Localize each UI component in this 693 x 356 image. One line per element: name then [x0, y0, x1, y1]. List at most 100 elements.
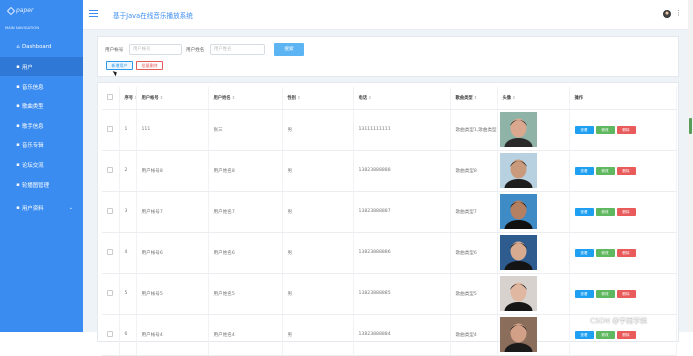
cell-avatar [497, 191, 570, 233]
column-header[interactable]: 电话⇕ [353, 87, 451, 110]
cell-index: 2 [119, 150, 137, 192]
delete-button[interactable]: 删除 [616, 248, 636, 257]
sidebar-item-6[interactable]: ▪ 论坛交流 [0, 155, 83, 174]
delete-button[interactable]: 删除 [616, 125, 636, 134]
sort-icon[interactable]: ⇕ [232, 96, 236, 101]
page-title: 基于Java在线音乐播放系统 [113, 12, 193, 20]
cell-song-type: 歌曲类型5 [450, 273, 498, 315]
sidebar-item-1[interactable]: ▪ 用户 [0, 57, 83, 76]
avatar[interactable] [663, 10, 671, 18]
column-header[interactable]: 歌曲类型⇕ [450, 87, 498, 110]
column-header[interactable]: 头像⇕ [497, 87, 570, 110]
user-icon: ▪ [16, 63, 20, 70]
cell-song-type: 歌曲类型1,歌曲类型2 [450, 109, 498, 151]
page-scrollbar[interactable] [688, 0, 693, 332]
view-button[interactable]: 查看 [574, 166, 594, 175]
sidebar-item-0[interactable]: ⌂ Dashboard [0, 37, 83, 56]
cell-index: 5 [119, 273, 137, 315]
edit-button[interactable]: 修改 [595, 289, 615, 298]
column-header-label: 歌曲类型 [455, 95, 473, 101]
mouse-cursor-icon [112, 69, 119, 77]
cell-phone: 13823888885 [353, 273, 451, 315]
sort-icon[interactable]: ⇕ [160, 96, 164, 101]
add-user-button[interactable]: 新增用户 [106, 61, 133, 70]
cell-song-type: 歌曲类型6 [450, 232, 498, 274]
view-button[interactable]: 查看 [574, 248, 594, 257]
sidebar-item-label: 用户 [22, 64, 33, 71]
delete-button[interactable]: 删除 [616, 166, 636, 175]
cell-name: 用户姓名6 [208, 232, 283, 274]
delete-button[interactable]: 删除 [616, 207, 636, 216]
avatar-photo [499, 317, 537, 352]
column-header [102, 87, 120, 110]
view-button[interactable]: 查看 [574, 207, 594, 216]
forum-icon: ▪ [16, 161, 20, 168]
row-checkbox[interactable] [107, 330, 113, 337]
sort-icon[interactable]: ⇕ [297, 96, 301, 101]
sidebar-item-8[interactable]: ▪ 用户资料 ⌄ [0, 198, 83, 217]
cell-account: 111 [136, 109, 209, 151]
sidebar-item-label: 轮播图管理 [22, 182, 49, 189]
column-header: 操作 [569, 87, 677, 110]
sidebar-item-3[interactable]: ▪ 歌曲类型 [0, 96, 83, 115]
sidebar-item-7[interactable]: ▪ 轮播图管理 [0, 175, 83, 194]
carousel-icon: ▪ [16, 181, 20, 188]
row-select-cell [102, 150, 120, 192]
cell-index: 3 [119, 191, 137, 233]
row-checkbox[interactable] [107, 289, 113, 296]
search-button[interactable]: 搜索 [274, 43, 304, 56]
edit-button[interactable]: 修改 [595, 125, 615, 134]
edit-button[interactable]: 修改 [595, 166, 615, 175]
delete-button[interactable]: 删除 [616, 289, 636, 298]
avatar-photo [499, 112, 537, 147]
cell-name: 用户姓名5 [208, 273, 283, 315]
cell-avatar [497, 109, 570, 151]
column-header[interactable]: 用户帐号⇕ [136, 87, 209, 110]
table-row: 5 用户帐号5 用户姓名5 男 13823888885 歌曲类型5 查看 修改 删除 [102, 273, 677, 315]
column-header-label: 用户帐号 [141, 95, 159, 101]
menu-toggle-icon[interactable] [89, 10, 98, 17]
sidebar-item-4[interactable]: ▪ 歌手信息 [0, 116, 83, 135]
cell-gender: 男 [282, 314, 354, 356]
cell-gender: 男 [282, 150, 354, 192]
account-input[interactable]: 用户帐号 [129, 44, 182, 55]
row-checkbox[interactable] [107, 248, 113, 255]
sidebar-item-2[interactable]: ▪ 音乐信息 [0, 77, 83, 96]
row-checkbox[interactable] [107, 166, 113, 173]
view-button[interactable]: 查看 [574, 125, 594, 134]
cell-song-type: 歌曲类型8 [450, 150, 498, 192]
scrollbar-thumb[interactable] [689, 118, 692, 134]
sort-icon[interactable]: ⇕ [512, 96, 516, 101]
column-header-label: 头像 [502, 95, 512, 101]
account-label: 用户帐号 [105, 48, 124, 53]
logo-icon [6, 6, 16, 15]
cell-account: 用户帐号5 [136, 273, 209, 315]
profile-icon: ▪ [16, 204, 20, 211]
row-checkbox[interactable] [107, 125, 113, 132]
sidebar-item-5[interactable]: ▪ 音乐专辑 [0, 135, 83, 154]
cell-gender: 男 [282, 109, 354, 151]
sort-icon[interactable]: ⇕ [368, 96, 372, 101]
column-header[interactable]: 性别⇕ [282, 87, 354, 110]
select-all-checkbox[interactable] [107, 93, 113, 100]
row-checkbox[interactable] [107, 207, 113, 214]
avatar-photo [499, 153, 537, 188]
cell-phone: 13823888887 [353, 191, 451, 233]
view-button[interactable]: 查看 [574, 289, 594, 298]
more-icon[interactable]: ⋮ [675, 9, 682, 17]
name-label: 用户姓名 [186, 48, 205, 53]
column-header[interactable]: 序号⇕ [119, 87, 137, 110]
singer-icon: ▪ [16, 122, 20, 129]
avatar-photo [499, 194, 537, 229]
edit-button[interactable]: 修改 [595, 207, 615, 216]
cell-actions: 查看 修改 删除 [569, 150, 677, 192]
user-table-panel: 序号⇕用户帐号⇕用户姓名⇕性别⇕电话⇕歌曲类型⇕头像⇕操作 1111张三男131… [97, 82, 679, 356]
name-input[interactable]: 用户姓名 [210, 44, 265, 55]
column-header[interactable]: 用户姓名⇕ [208, 87, 283, 110]
cell-actions: 查看 修改 删除 [569, 232, 677, 274]
album-icon: ▪ [16, 141, 20, 148]
edit-button[interactable]: 修改 [595, 248, 615, 257]
column-header-label: 操作 [574, 95, 584, 101]
bulk-delete-button[interactable]: 批量删除 [136, 61, 163, 70]
sort-icon[interactable]: ⇕ [474, 96, 478, 101]
